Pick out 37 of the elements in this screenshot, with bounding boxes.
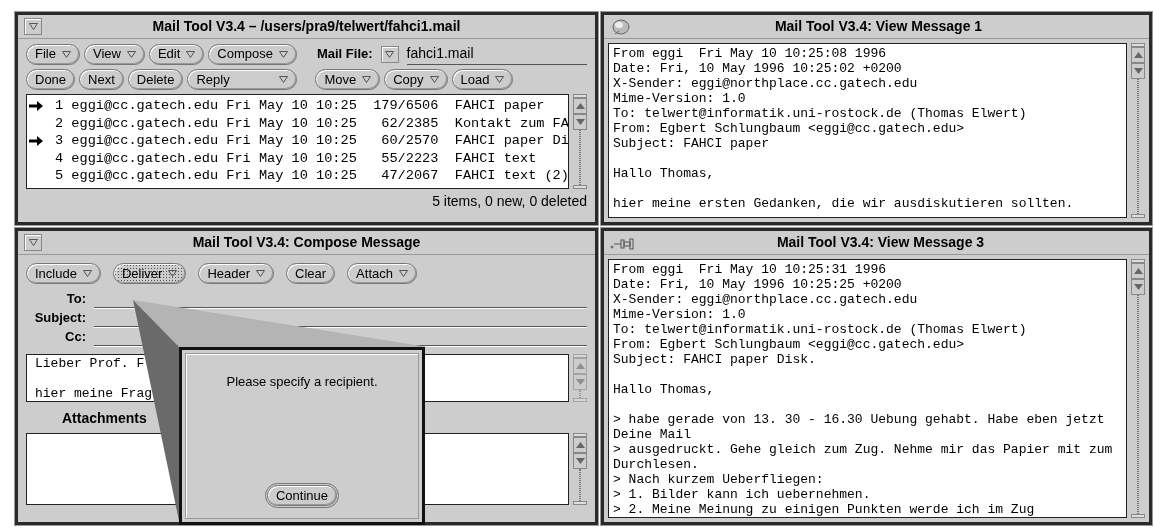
message-text-line: hier meine ersten Gedanken, die wir ausdiskutieren sollten. bbox=[613, 196, 1075, 211]
message-text-line: From: Egbert Schlungbaum <eggi@cc.gatech.edu> bbox=[613, 337, 966, 352]
message-text-line: Hallo Thomas, bbox=[613, 382, 716, 397]
message-text-line: Date: Fri, 10 May 1996 10:25:25 +0200 bbox=[613, 277, 903, 292]
message-text-line: Lieber Prof. F bbox=[35, 356, 146, 371]
message-text-line: Mime-Version: 1.0 bbox=[613, 91, 747, 106]
message-text-line: hier meine Frag bbox=[35, 386, 154, 401]
message-text-line: > 1. Bilder kann ich uebernehmen. bbox=[613, 487, 872, 502]
message-text-line: To: telwert@informatik.uni-rostock.de (Thomas Elwert) bbox=[613, 322, 1028, 337]
message-text-line: From eggi Fri May 10 10:25:31 1996 bbox=[613, 262, 888, 277]
message-text-line: > habe gerade von 13. 30 - 16.30 Uebung gehabt. Habe eben jetzt bbox=[613, 412, 1106, 427]
message-text-line: X-Sender: eggi@northplace.cc.gatech.edu bbox=[613, 76, 919, 91]
window-title: Mail Tool V3.4 – /users/pra9/telwert/fahci1.mail bbox=[151, 17, 462, 36]
section-label: Attachments bbox=[61, 409, 148, 428]
message-text-line: Hallo Thomas, bbox=[613, 166, 716, 181]
window-title: Mail Tool V3.4: View Message 1 bbox=[773, 17, 984, 36]
window-title: Mail Tool V3.4: View Message 3 bbox=[775, 233, 986, 252]
message-text-line: Deine Mail bbox=[613, 427, 692, 442]
message-text-line: X-Sender: eggi@northplace.cc.gatech.edu bbox=[613, 292, 919, 307]
dialog-message: Please specify a recipient. bbox=[226, 373, 378, 391]
message-text-line: Mime-Version: 1.0 bbox=[613, 307, 747, 322]
message-text-line: Durchlesen. bbox=[613, 457, 700, 472]
field-label: Cc: bbox=[64, 327, 86, 346]
message-text-line: > 2. Meine Meinung zu einigen Punkten werde ich im Zug bbox=[613, 502, 1036, 517]
message-text-line: From: Egbert Schlungbaum <eggi@cc.gatech.edu> bbox=[613, 121, 966, 136]
message-text-line: > ausgedruckt. Gehe gleich zum Zug. Nehme mir das Papier mit zum bbox=[613, 442, 1114, 457]
message-text-line: From eggi Fri May 10 10:25:08 1996 bbox=[613, 46, 888, 61]
status-text: 5 items, 0 new, 0 deleted bbox=[431, 192, 588, 211]
field-label: To: bbox=[65, 289, 86, 308]
field-label: Subject: bbox=[33, 308, 86, 327]
field-label: Mail File: bbox=[316, 45, 373, 64]
message-text-line: Date: Fri, 10 May 1996 10:25:02 +0200 bbox=[613, 61, 903, 76]
message-text-line: Subject: FAHCI paper bbox=[613, 136, 771, 151]
message-text-line: > Nach kurzem Ueberfliegen: bbox=[613, 472, 825, 487]
message-text-line: Subject: FAHCI paper Disk. bbox=[613, 352, 817, 367]
window-title: Mail Tool V3.4: Compose Message bbox=[191, 233, 422, 252]
message-text-line: To: telwert@informatik.uni-rostock.de (Thomas Elwert) bbox=[613, 106, 1028, 121]
